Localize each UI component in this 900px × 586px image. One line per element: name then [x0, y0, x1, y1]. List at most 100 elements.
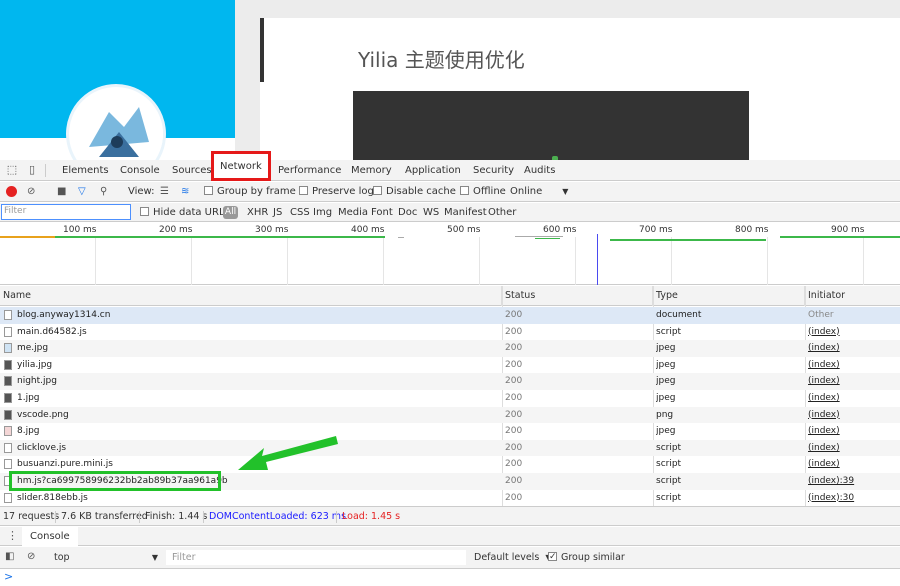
request-status: 200	[505, 376, 523, 387]
filter-css[interactable]: CSS	[290, 206, 310, 219]
console-prompt[interactable]: >	[4, 570, 13, 583]
table-row[interactable]: clicklove.js 200 script (index)	[0, 439, 900, 457]
request-initiator[interactable]: (index):39	[808, 473, 900, 489]
search-icon[interactable]: ⚲	[100, 185, 107, 199]
filter-xhr[interactable]: XHR	[247, 206, 268, 219]
divider	[45, 164, 46, 177]
table-row[interactable]: yilia.jpg 200 jpeg (index)	[0, 357, 900, 374]
column-initiator[interactable]: Initiator	[805, 286, 900, 306]
tab-network[interactable]: Network	[211, 151, 271, 181]
device-toolbar-icon[interactable]: ▯	[25, 163, 39, 177]
request-status: 200	[505, 310, 523, 320]
image-icon	[4, 393, 12, 403]
network-toolbar: ⊘ ■ ▽ ⚲ View: ☰ ≋ Group by frame Preserv…	[0, 182, 900, 202]
request-initiator[interactable]: (index)	[808, 340, 900, 356]
tab-audits[interactable]: Audits	[518, 160, 561, 181]
image-icon	[4, 376, 12, 387]
request-initiator[interactable]: (index)	[808, 390, 900, 406]
request-type: jpeg	[656, 376, 676, 387]
tab-sources[interactable]: Sources	[166, 160, 218, 181]
column-name[interactable]: Name	[0, 286, 502, 306]
code-block	[353, 91, 749, 160]
overview-icon[interactable]: ≋	[181, 185, 189, 199]
table-row[interactable]: main.d64582.js 200 script (index)	[0, 324, 900, 341]
request-type: script	[656, 442, 682, 453]
tick-label: 600 ms	[543, 225, 577, 235]
grid-line	[287, 237, 288, 285]
table-row[interactable]: slider.818ebb.js 200 script (index):30	[0, 490, 900, 506]
table-row[interactable]: night.jpg 200 jpeg (index)	[0, 373, 900, 390]
table-row[interactable]: me.jpg 200 jpeg (index)	[0, 340, 900, 357]
filter-media[interactable]: Media	[338, 206, 368, 219]
grid-line	[575, 237, 576, 285]
disable-cache-checkbox[interactable]: Disable cache	[373, 185, 456, 199]
requests-table-header: Name Status Type Initiator	[0, 286, 900, 306]
capture-screenshots-icon[interactable]: ■	[57, 185, 66, 199]
filter-other[interactable]: Other	[488, 206, 516, 219]
sidebar-toggle-icon[interactable]: ◧	[5, 551, 14, 562]
record-icon[interactable]	[6, 186, 17, 197]
column-type[interactable]: Type	[653, 286, 805, 306]
filter-ws[interactable]: WS	[423, 206, 439, 219]
inspect-icon[interactable]: ⬚	[5, 163, 19, 177]
table-row[interactable]: 8.jpg 200 jpeg (index)	[0, 423, 900, 440]
tick-label: 700 ms	[639, 225, 673, 235]
waterfall-bar	[535, 238, 560, 239]
waterfall-bar	[610, 239, 766, 241]
large-rows-icon[interactable]: ☰	[160, 185, 169, 199]
finish-time: Finish: 1.44 s	[145, 511, 208, 522]
request-name: me.jpg	[17, 343, 49, 354]
filter-all[interactable]: All	[223, 206, 238, 219]
column-status[interactable]: Status	[502, 286, 653, 306]
request-initiator[interactable]: (index)	[808, 324, 900, 340]
more-icon[interactable]: ⋮	[7, 529, 18, 542]
clear-icon[interactable]: ⊘	[27, 185, 35, 199]
hide-data-urls-checkbox[interactable]: Hide data URLs	[140, 206, 230, 219]
request-type: script	[656, 459, 682, 470]
filter-icon[interactable]: ▽	[78, 185, 86, 199]
request-initiator[interactable]: (index)	[808, 440, 900, 456]
request-initiator[interactable]: (index)	[808, 423, 900, 439]
table-row[interactable]: 1.jpg 200 jpeg (index)	[0, 390, 900, 407]
group-by-frame-checkbox[interactable]: Group by frame	[204, 185, 296, 199]
request-initiator[interactable]: (index):30	[808, 490, 900, 506]
tab-security[interactable]: Security	[467, 160, 520, 181]
filter-img[interactable]: Img	[313, 206, 332, 219]
request-initiator[interactable]: (index)	[808, 357, 900, 373]
post-title[interactable]: Yilia 主题使用优化	[358, 44, 525, 73]
arrow-annotation	[238, 436, 338, 470]
table-row[interactable]: blog.anyway1314.cn 200 document Other	[0, 307, 900, 324]
throttling-select[interactable]: Online ▼	[510, 185, 568, 199]
tab-console-drawer[interactable]: Console	[22, 527, 78, 546]
filter-manifest[interactable]: Manifest	[444, 206, 487, 219]
network-overview[interactable]: 100 ms 200 ms 300 ms 400 ms 500 ms 600 m…	[0, 223, 900, 285]
table-row[interactable]: vscode.png 200 png (index)	[0, 406, 900, 424]
filter-doc[interactable]: Doc	[398, 206, 417, 219]
request-initiator[interactable]: (index)	[808, 407, 900, 423]
filter-font[interactable]: Font	[371, 206, 393, 219]
devtools-panel: ⬚ ▯ Elements Console Sources Network Per…	[0, 151, 900, 586]
waterfall-bar	[398, 237, 404, 238]
tab-performance[interactable]: Performance	[272, 160, 347, 181]
request-initiator[interactable]: (index)	[808, 456, 900, 472]
tab-memory[interactable]: Memory	[345, 160, 398, 181]
tab-application[interactable]: Application	[399, 160, 467, 181]
request-status: 200	[505, 426, 523, 437]
console-filter-input[interactable]: Filter	[166, 550, 466, 565]
image-icon	[4, 343, 12, 354]
tab-console[interactable]: Console	[114, 160, 166, 181]
filter-input[interactable]: Filter	[1, 204, 131, 220]
filter-js[interactable]: JS	[273, 206, 282, 219]
preserve-log-checkbox[interactable]: Preserve log	[299, 185, 374, 199]
grid-line	[863, 237, 864, 285]
log-levels-select[interactable]: Default levels ▼	[474, 550, 551, 565]
request-initiator[interactable]: (index)	[808, 373, 900, 389]
offline-checkbox[interactable]: Offline	[460, 185, 506, 199]
dom-content-loaded-marker	[597, 234, 598, 285]
request-status: 200	[505, 326, 523, 337]
clear-console-icon[interactable]: ⊘	[27, 551, 35, 562]
tab-elements[interactable]: Elements	[56, 160, 115, 181]
group-similar-checkbox[interactable]: Group similar	[548, 550, 625, 565]
context-select[interactable]: top ▼	[48, 550, 158, 565]
transferred-size: 7.6 KB transferred	[61, 511, 148, 522]
